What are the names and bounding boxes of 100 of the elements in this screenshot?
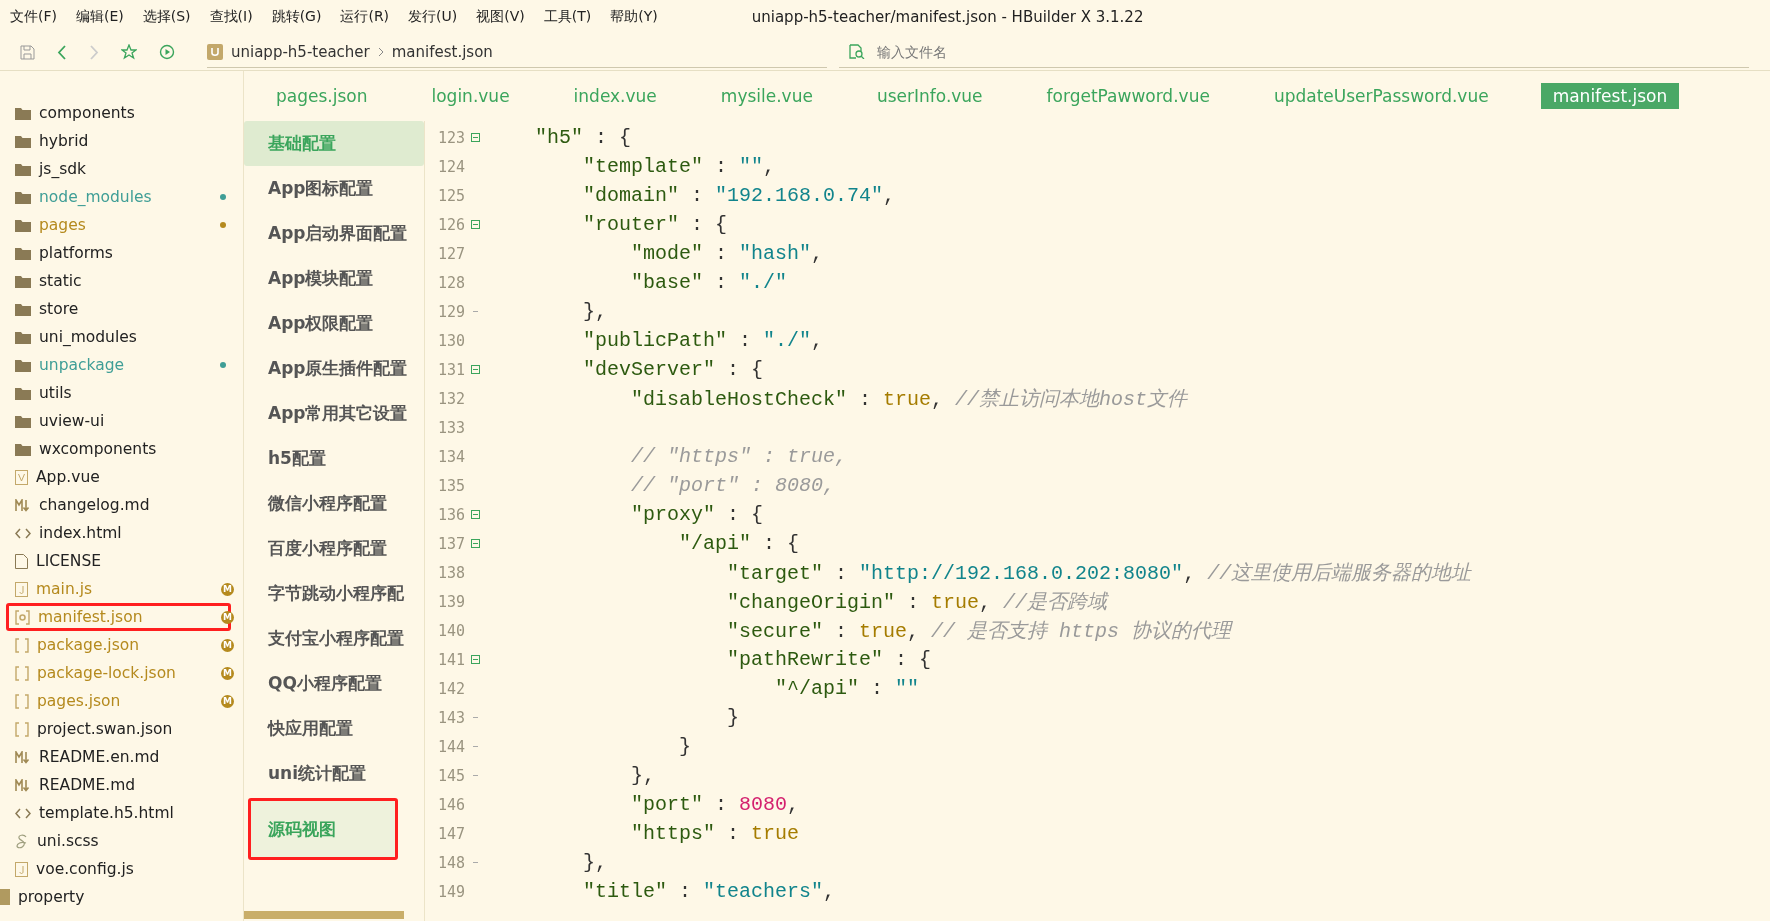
file-tree-item[interactable]: App.vue	[6, 463, 231, 491]
file-tree-item[interactable]: store	[6, 295, 231, 323]
line-number: 146	[436, 795, 465, 814]
file-tree-item[interactable]: template.h5.html	[6, 799, 231, 827]
menu-item[interactable]: 选择(S)	[142, 8, 191, 26]
breadcrumb-item[interactable]: manifest.json	[391, 42, 493, 61]
project-name[interactable]: property	[18, 888, 85, 906]
file-tree-item[interactable]: hybrid	[6, 127, 231, 155]
line-number: 145	[436, 766, 465, 785]
menu-item[interactable]: 文件(F)	[10, 8, 57, 26]
settings-nav-item[interactable]: 微信小程序配置	[244, 481, 424, 526]
menu-item[interactable]: 工具(T)	[543, 8, 592, 26]
file-tree-item[interactable]: project.swan.json	[6, 715, 231, 743]
modified-badge: M	[221, 582, 234, 596]
fold-icon[interactable]	[471, 539, 480, 548]
line-number: 129	[436, 302, 465, 321]
file-tree-item[interactable]: changelog.md	[6, 491, 231, 519]
settings-nav-item[interactable]: App常用其它设置	[244, 391, 424, 436]
code-line: "publicPath" : "./",	[582, 329, 824, 352]
file-name: main.js	[36, 580, 94, 598]
file-name: index.html	[39, 524, 123, 542]
code-line: "changeOrigin" : true, //是否跨域	[726, 590, 1108, 615]
menu-item[interactable]: 运行(R)	[340, 8, 390, 26]
code-icon	[15, 527, 31, 539]
folder-icon	[15, 302, 31, 316]
fold-icon[interactable]	[471, 510, 480, 519]
save-icon[interactable]	[20, 44, 35, 60]
file-tree-item[interactable]: js_sdk	[6, 155, 231, 183]
file-name: voe.config.js	[36, 860, 135, 878]
settings-nav-item[interactable]: App模块配置	[244, 256, 424, 301]
code-line: },	[630, 764, 656, 787]
menu-item[interactable]: 编辑(E)	[76, 8, 124, 26]
file-tree-item[interactable]: uni_modules	[6, 323, 231, 351]
menu-item[interactable]: 视图(V)	[476, 8, 525, 26]
settings-nav-item[interactable]: App启动界面配置	[244, 211, 424, 256]
code-line: "^/api" : ""	[774, 677, 920, 700]
file-tree-item[interactable]: components	[6, 99, 231, 127]
line-number: 127	[436, 244, 465, 263]
line-number: 124	[436, 157, 465, 176]
file-tree-item[interactable]: wxcomponents	[6, 435, 231, 463]
file-tree-item[interactable]: index.html	[6, 519, 231, 547]
settings-nav-item[interactable]: h5配置	[244, 436, 424, 481]
folder-icon	[15, 274, 31, 288]
settings-nav-item[interactable]: App原生插件配置	[244, 346, 424, 391]
line-number: 135	[436, 476, 465, 495]
code-line: "title" : "teachers",	[582, 880, 836, 903]
file-tree-item[interactable]: platforms	[6, 239, 231, 267]
settings-nav-item[interactable]: QQ小程序配置	[244, 661, 424, 706]
folder-icon	[15, 190, 31, 204]
run-icon[interactable]	[159, 44, 175, 60]
file-name: pages	[39, 216, 87, 234]
settings-nav-item[interactable]: App图标配置	[244, 166, 424, 211]
file-tree-item[interactable]: uview-ui	[6, 407, 231, 435]
file-tree-item[interactable]: LICENSE	[6, 547, 231, 575]
fold-icon[interactable]	[471, 365, 480, 374]
folder-icon	[15, 106, 31, 120]
chevron-icon	[377, 46, 384, 57]
file-name: node_modules	[39, 188, 153, 206]
fold-icon[interactable]	[471, 133, 480, 142]
scrollbar-thumb[interactable]	[244, 911, 404, 919]
file-icon	[15, 861, 28, 877]
code-line: "domain" : "192.168.0.74",	[582, 184, 896, 207]
file-tree-item[interactable]: utils	[6, 379, 231, 407]
file-tree-item[interactable]: README.md	[6, 771, 231, 799]
file-tree-item[interactable]: static	[6, 267, 231, 295]
menu-item[interactable]: 帮助(Y)	[610, 8, 658, 26]
file-icon	[15, 581, 28, 597]
file-name: js_sdk	[39, 160, 88, 178]
settings-nav-item[interactable]: App权限配置	[244, 301, 424, 346]
folder-icon	[15, 330, 31, 344]
file-tree-item[interactable]: README.en.md	[6, 743, 231, 771]
fold-icon[interactable]	[471, 220, 480, 229]
modified-badge: M	[221, 610, 234, 624]
code-line: "pathRewrite" : {	[726, 648, 932, 671]
settings-nav-item[interactable]: 字节跳动小程序配	[244, 571, 424, 616]
line-number: 139	[436, 592, 465, 611]
line-number: 142	[436, 679, 465, 698]
file-name: uni.scss	[37, 832, 100, 850]
settings-nav-item[interactable]: 百度小程序配置	[244, 526, 424, 571]
menu-item[interactable]: 查找(I)	[209, 8, 253, 26]
gear-file-icon	[15, 609, 30, 625]
star-icon[interactable]	[121, 44, 137, 60]
file-name: utils	[39, 384, 73, 402]
settings-nav-item[interactable]: 支付宝小程序配置	[244, 616, 424, 661]
brackets-icon	[15, 721, 29, 737]
settings-nav-item[interactable]: uni统计配置	[244, 751, 424, 796]
file-tree-item[interactable]: uni.scss	[6, 827, 231, 855]
folder-icon	[15, 386, 31, 400]
line-number: 138	[436, 563, 465, 582]
file-name: hybrid	[39, 132, 90, 150]
settings-nav-item[interactable]: 快应用配置	[244, 706, 424, 751]
menu-item[interactable]: 发行(U)	[408, 8, 458, 26]
file-search-field[interactable]: 输入文件名	[875, 42, 1179, 61]
file-name: pages.json	[37, 692, 122, 710]
breadcrumb-item[interactable]: uniapp-h5-teacher	[231, 42, 370, 61]
markdown-icon	[15, 750, 31, 764]
fold-icon[interactable]	[471, 655, 480, 664]
project-icon	[0, 889, 10, 905]
menu-item[interactable]: 跳转(G)	[271, 8, 322, 26]
file-tree-item[interactable]: voe.config.js	[6, 855, 231, 883]
